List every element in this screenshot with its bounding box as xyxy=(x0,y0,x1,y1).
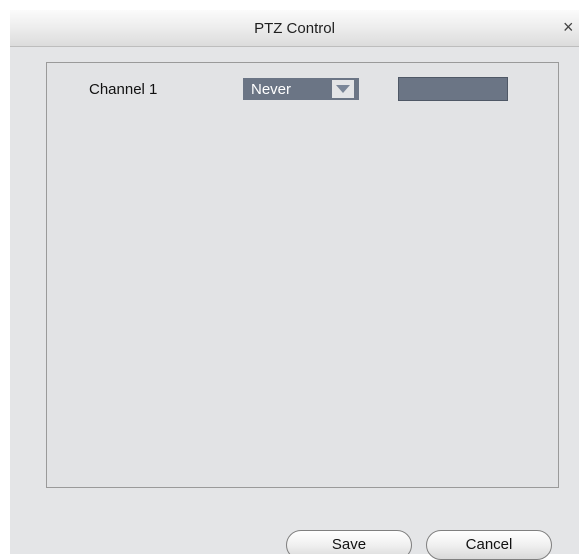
channel-panel: Channel 1 Never xyxy=(46,62,559,488)
channel-label: Channel 1 xyxy=(89,81,158,98)
time-input[interactable] xyxy=(398,77,508,101)
save-button[interactable]: Save xyxy=(286,530,412,554)
close-icon[interactable]: × xyxy=(563,18,579,36)
mode-select[interactable]: Never xyxy=(243,78,359,100)
ptz-control-dialog: PTZ Control Channel 1 Never Save xyxy=(10,10,579,554)
mode-select-value: Never xyxy=(251,81,292,98)
dropdown-button[interactable] xyxy=(332,80,354,98)
title-bar: PTZ Control xyxy=(10,10,579,47)
dialog-title: PTZ Control xyxy=(254,20,335,37)
cancel-button[interactable]: Cancel xyxy=(426,530,552,560)
dropdown-arrow-icon xyxy=(336,85,350,93)
